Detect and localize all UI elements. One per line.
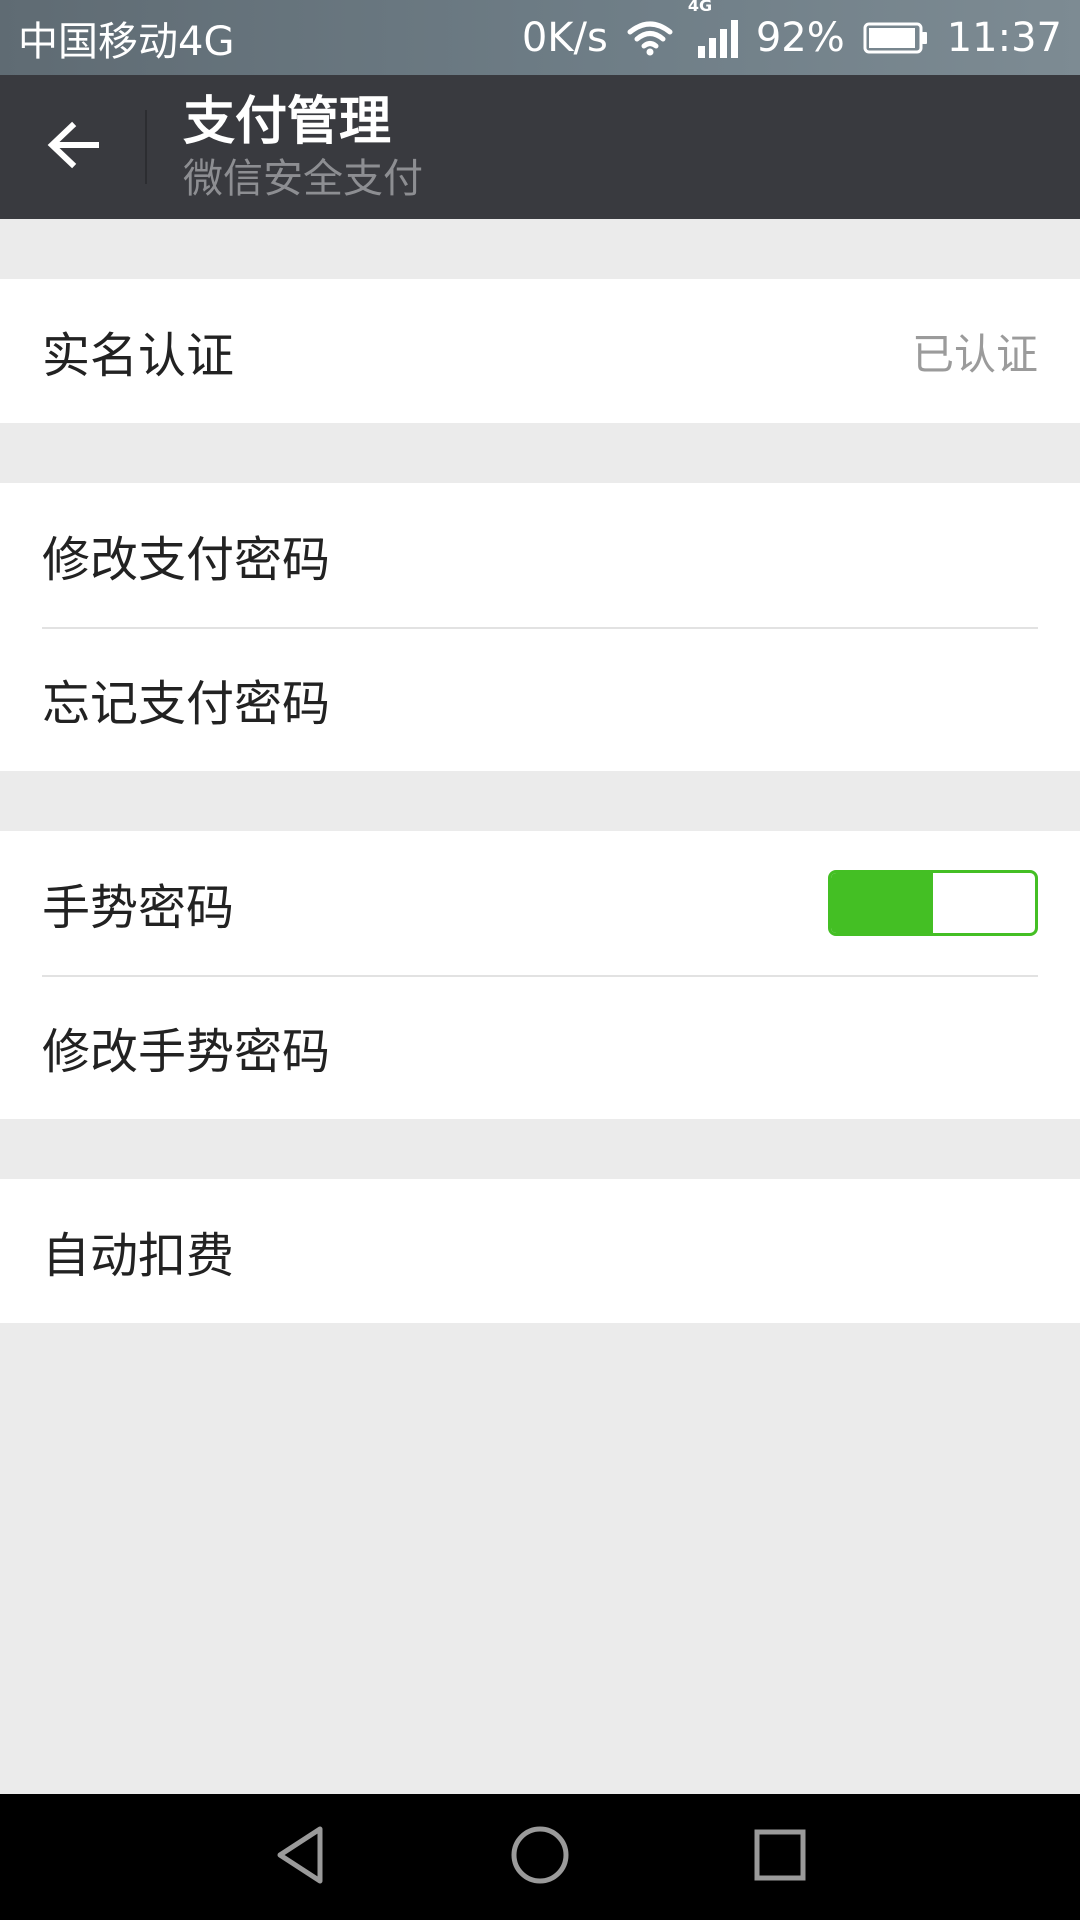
gesture-password-toggle[interactable] — [828, 870, 1038, 936]
title-block: 支付管理 微信安全支付 — [147, 90, 423, 204]
network-type-label: 4G — [687, 0, 713, 15]
forgot-payment-password-item[interactable]: 忘记支付密码 — [0, 627, 1080, 771]
real-name-verification-label: 实名认证 — [42, 328, 235, 384]
page-title: 支付管理 — [183, 92, 392, 152]
change-gesture-password-item[interactable]: 修改手势密码 — [0, 975, 1080, 1119]
change-payment-password-label: 修改支付密码 — [42, 532, 331, 588]
battery-percent: 92% — [755, 14, 845, 61]
settings-group-gesture-password: 手势密码 修改手势密码 — [0, 831, 1080, 1119]
battery-icon — [863, 21, 929, 55]
clock: 11:37 — [946, 14, 1062, 61]
gesture-password-item: 手势密码 — [0, 831, 1080, 975]
nav-recents-button[interactable] — [720, 1807, 840, 1907]
real-name-verification-item[interactable]: 实名认证 已认证 — [0, 279, 1080, 423]
square-recents-icon — [753, 1828, 807, 1886]
change-gesture-password-label: 修改手势密码 — [42, 1024, 331, 1080]
carrier-label: 中国移动4G — [18, 18, 235, 65]
circle-home-icon — [510, 1825, 570, 1889]
wifi-icon — [626, 20, 674, 56]
arrow-left-icon — [46, 121, 100, 173]
settings-group-verification: 实名认证 已认证 — [0, 279, 1080, 423]
forgot-payment-password-label: 忘记支付密码 — [42, 676, 331, 732]
auto-deduct-label: 自动扣费 — [42, 1228, 235, 1284]
toggle-fill — [831, 873, 933, 933]
verification-status: 已认证 — [911, 329, 1038, 379]
settings-list: 实名认证 已认证 修改支付密码 忘记支付密码 手势密码 修改手势密码 自动扣费 — [0, 219, 1080, 1323]
status-bar: 中国移动4G 0K/s 4G 92% 11:37 — [0, 0, 1080, 75]
page-subtitle: 微信安全支付 — [183, 156, 423, 202]
gesture-password-label: 手势密码 — [42, 880, 235, 936]
back-button[interactable] — [0, 75, 145, 219]
status-indicators: 0K/s 4G 92% 11:37 — [521, 0, 1062, 61]
auto-deduct-item[interactable]: 自动扣费 — [0, 1179, 1080, 1323]
nav-back-button[interactable] — [240, 1807, 360, 1907]
system-nav-bar — [0, 1794, 1080, 1920]
change-payment-password-item[interactable]: 修改支付密码 — [0, 483, 1080, 627]
net-speed: 0K/s — [521, 14, 608, 61]
settings-group-auto-deduct: 自动扣费 — [0, 1179, 1080, 1323]
triangle-back-icon — [272, 1825, 328, 1889]
nav-home-button[interactable] — [480, 1807, 600, 1907]
action-bar: 支付管理 微信安全支付 — [0, 75, 1080, 219]
cell-signal-icon: 4G — [688, 0, 738, 58]
settings-group-payment-password: 修改支付密码 忘记支付密码 — [0, 483, 1080, 771]
